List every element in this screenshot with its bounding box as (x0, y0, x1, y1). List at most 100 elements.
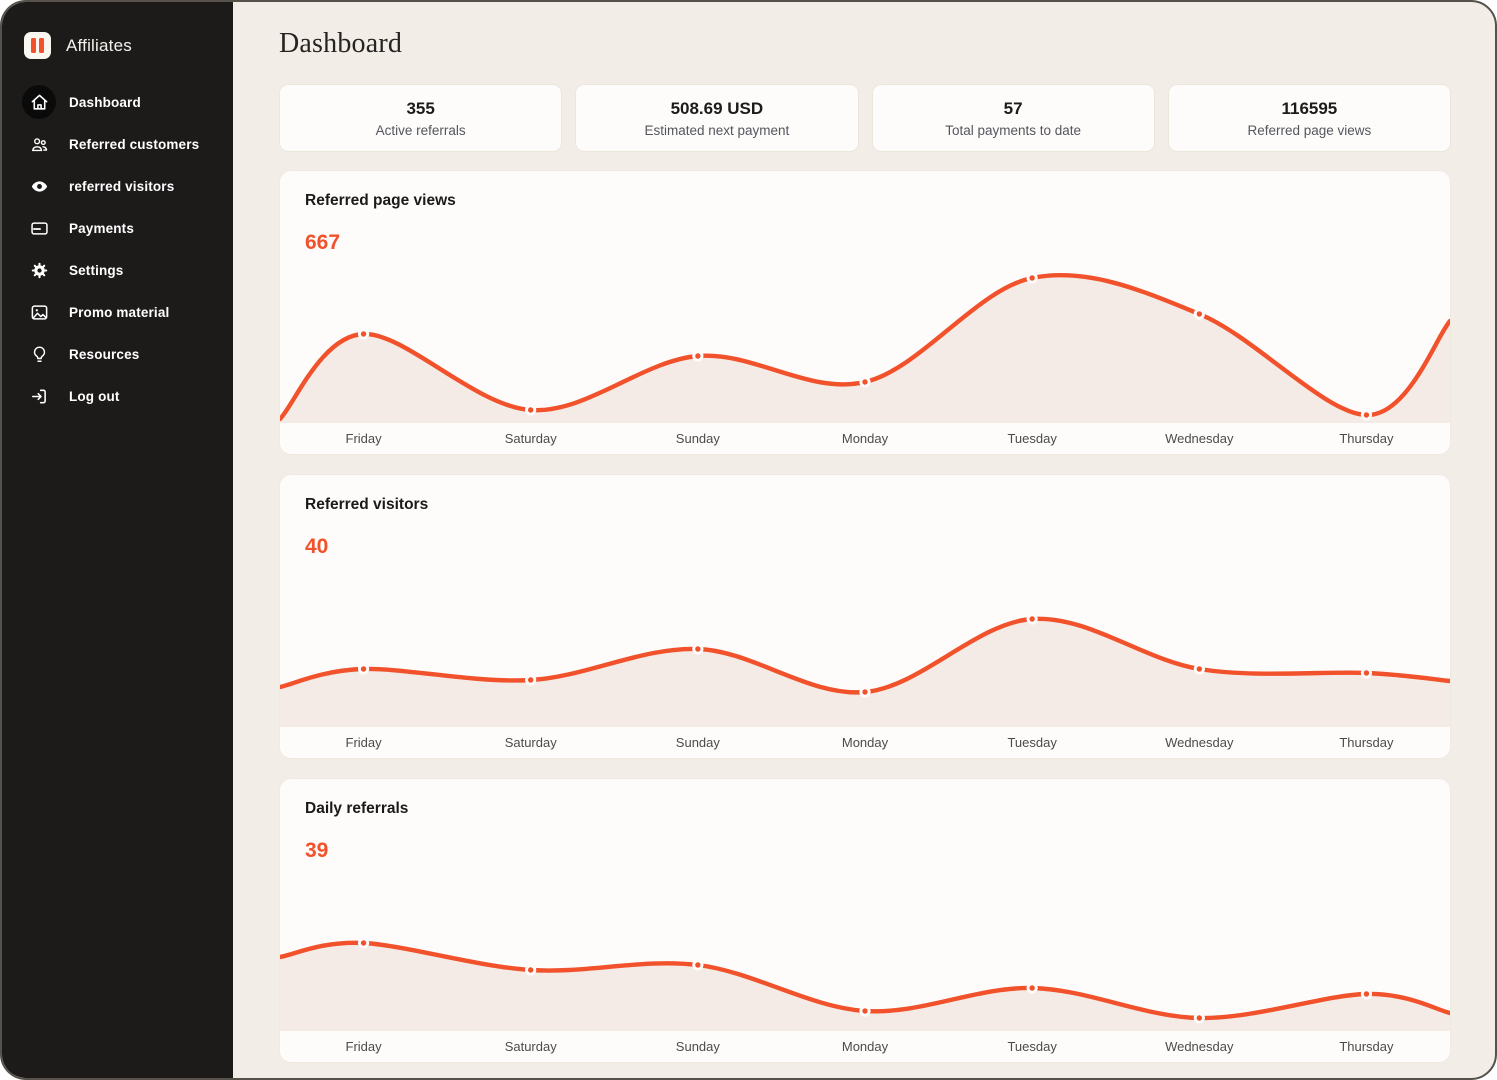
sidebar-item-label: Dashboard (69, 95, 141, 110)
page-title: Dashboard (279, 28, 1451, 60)
data-point (695, 353, 700, 358)
data-point (361, 666, 366, 671)
sidebar-item-promo-material[interactable]: Promo material (22, 291, 233, 333)
x-axis-label: Wednesday (1116, 1039, 1283, 1054)
data-point (1197, 311, 1202, 316)
data-point (1197, 666, 1202, 671)
x-axis-label: Monday (781, 431, 948, 446)
data-point (695, 962, 700, 967)
chart-card-daily-referrals: Daily referrals 39 FridaySaturdaySundayMon… (279, 778, 1451, 1063)
chart-total-value: 39 (305, 839, 408, 863)
sidebar-item-settings[interactable]: Settings (22, 249, 233, 291)
sidebar-item-label: Payments (69, 221, 134, 236)
x-axis-label: Monday (781, 1039, 948, 1054)
x-axis-label: Thursday (1283, 1039, 1450, 1054)
data-point (1364, 991, 1369, 996)
stat-value: 57 (1004, 99, 1023, 119)
sidebar-item-label: Promo material (69, 305, 169, 320)
chart-title: Daily referrals (305, 800, 408, 818)
app-logo-icon (24, 32, 51, 59)
chart-card-referred-page-views: Referred page views 667 FridaySaturdaySund… (279, 170, 1451, 455)
chart-total-value: 40 (305, 535, 428, 559)
image-icon (22, 295, 56, 329)
data-point (528, 967, 533, 972)
sidebar-nav: Dashboard Referred customers referred visi… (22, 81, 233, 417)
data-point (862, 379, 867, 384)
x-axis-label: Sunday (614, 735, 781, 750)
chart-header: Referred visitors 40 (305, 496, 428, 559)
stat-value: 355 (406, 99, 434, 119)
data-point (1364, 670, 1369, 675)
stat-label: Active referrals (376, 123, 466, 138)
area-line-chart (280, 475, 1450, 728)
x-axis-labels: FridaySaturdaySundayMondayTuesdayWednesd… (280, 423, 1450, 454)
stat-card: 57Total payments to date (872, 84, 1155, 152)
sidebar-item-label: Resources (69, 347, 139, 362)
stat-card: 508.69 USD Estimated next payment (575, 84, 858, 152)
eye-icon (22, 169, 56, 203)
brand: Affiliates (22, 32, 233, 59)
data-point (862, 689, 867, 694)
sidebar-item-label: Settings (69, 263, 123, 278)
x-axis-label: Thursday (1283, 735, 1450, 750)
home-icon (22, 85, 56, 119)
main-content: Dashboard 355 Active referrals 508.69 USD E… (233, 2, 1495, 1078)
sidebar-item-label: Log out (69, 389, 120, 404)
people-icon (22, 127, 56, 161)
x-axis-label: Saturday (447, 735, 614, 750)
x-axis-label: Sunday (614, 1039, 781, 1054)
x-axis-label: Saturday (447, 431, 614, 446)
sidebar-item-payments[interactable]: Payments (22, 207, 233, 249)
x-axis-label: Sunday (614, 431, 781, 446)
x-axis-labels: FridaySaturdaySundayMondayTuesdayWednesd… (280, 727, 1450, 758)
sidebar-item-resources[interactable]: Resources (22, 333, 233, 375)
data-point (361, 331, 366, 336)
area-line-chart (280, 779, 1450, 1032)
logout-icon (22, 379, 56, 413)
data-point (1364, 412, 1369, 417)
data-point (1197, 1015, 1202, 1020)
charts-column: Referred page views667FridaySaturdaySund… (279, 170, 1451, 1063)
sidebar-item-label: Referred customers (69, 137, 199, 152)
stat-card: 355 Active referrals (279, 84, 562, 152)
chart-header: Daily referrals 39 (305, 800, 408, 863)
x-axis-label: Tuesday (949, 735, 1116, 750)
x-axis-label: Saturday (447, 1039, 614, 1054)
x-axis-label: Thursday (1283, 431, 1450, 446)
data-point (1029, 985, 1034, 990)
sidebar-item-label: referred visitors (69, 179, 174, 194)
data-point (695, 646, 700, 651)
x-axis-label: Friday (280, 431, 447, 446)
chart-total-value: 667 (305, 231, 456, 255)
chart-title: Referred page views (305, 192, 456, 210)
stat-value: 116595 (1281, 99, 1337, 119)
x-axis-label: Monday (781, 735, 948, 750)
sidebar-item-referred-customers[interactable]: Referred customers (22, 123, 233, 165)
sidebar: Affiliates Dashboard Referred customers re… (2, 2, 233, 1078)
stat-value: 508.69 USD (671, 99, 764, 119)
credit-card-icon (22, 211, 56, 245)
area-fill (280, 943, 1450, 1032)
sidebar-item-dashboard[interactable]: Dashboard (22, 81, 233, 123)
chart-card-referred-visitors: Referred visitors 40 FridaySaturdaySundayM… (279, 474, 1451, 759)
x-axis-label: Friday (280, 1039, 447, 1054)
lightbulb-icon (22, 337, 56, 371)
stat-card: 116595Referred page views (1168, 84, 1451, 152)
chart-title: Referred visitors (305, 496, 428, 514)
stats-row: 355 Active referrals 508.69 USD Estimated n… (279, 84, 1451, 152)
data-point (528, 677, 533, 682)
data-point (528, 407, 533, 412)
sidebar-item-referred-visitors[interactable]: referred visitors (22, 165, 233, 207)
app-window: Affiliates Dashboard Referred customers re… (0, 0, 1497, 1080)
x-axis-label: Wednesday (1116, 735, 1283, 750)
brand-name: Affiliates (66, 36, 132, 56)
area-fill (280, 275, 1450, 424)
x-axis-label: Friday (280, 735, 447, 750)
x-axis-labels: FridaySaturdaySundayMondayTuesdayWednesd… (280, 1031, 1450, 1062)
data-point (862, 1008, 867, 1013)
x-axis-label: Tuesday (949, 431, 1116, 446)
chart-header: Referred page views 667 (305, 192, 456, 255)
x-axis-label: Tuesday (949, 1039, 1116, 1054)
stat-label: Estimated next payment (644, 123, 789, 138)
sidebar-item-log-out[interactable]: Log out (22, 375, 233, 417)
